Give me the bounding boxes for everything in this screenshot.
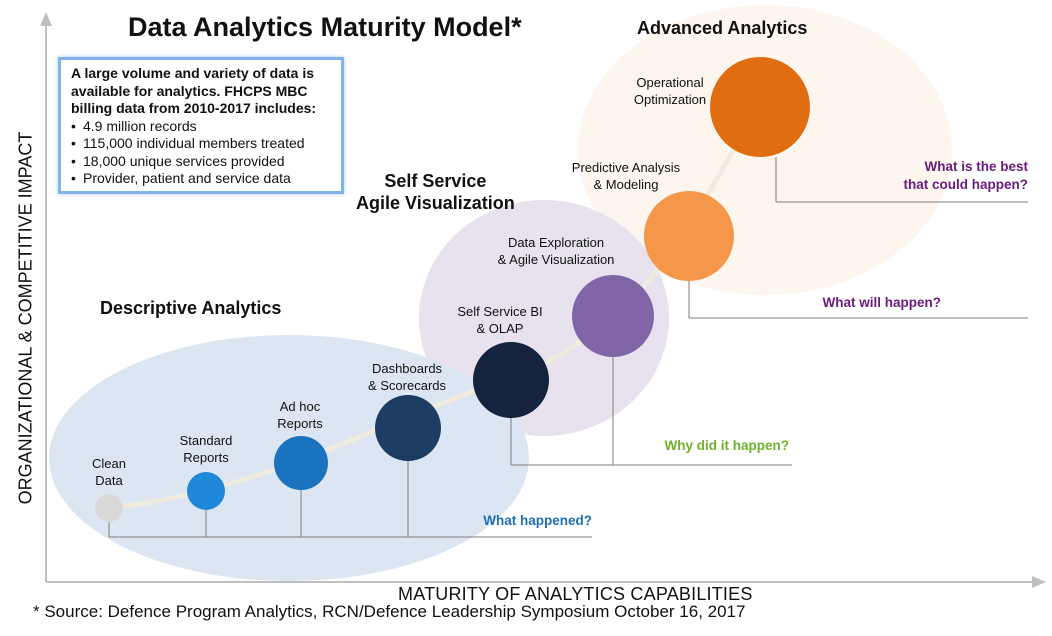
node-data-exploration — [572, 275, 654, 357]
info-box: A large volume and variety of data is av… — [58, 57, 344, 194]
node-standard-reports — [187, 472, 225, 510]
source-note: * Source: Defence Program Analytics, RCN… — [33, 602, 746, 621]
node-ad-hoc-reports — [274, 436, 328, 490]
node-clean-data — [95, 494, 123, 522]
info-bullet: Provider, patient and service data — [71, 170, 333, 188]
stage-title-advanced: Advanced Analytics — [637, 18, 808, 38]
question-what-will-happen: What will happen? — [822, 295, 942, 310]
node-predictive-analysis — [644, 191, 734, 281]
node-self-service-bi — [473, 342, 549, 418]
node-dashboards-scorecards — [375, 395, 441, 461]
node-label-dashboards: Dashboards & Scorecards — [367, 361, 447, 393]
y-axis-label: ORGANIZATIONAL & COMPETITIVE IMPACT — [15, 131, 36, 505]
stage-title-descriptive: Descriptive Analytics — [100, 298, 282, 318]
node-label-ad-hoc-reports: Ad hoc Reports — [277, 399, 323, 431]
node-label-data-exploration: Data Exploration & Agile Visualization — [497, 235, 615, 267]
node-label-standard-reports: Standard Reports — [179, 433, 233, 465]
question-what-is-best: What is the best that could happen? — [903, 159, 1029, 192]
question-what-happened: What happened? — [483, 513, 592, 528]
stage-title-self-service: Self Service Agile Visualization — [356, 171, 515, 213]
info-bullet: 115,000 individual members treated — [71, 135, 333, 153]
info-box-bullets: 4.9 million records 115,000 individual m… — [71, 118, 333, 188]
page-title: Data Analytics Maturity Model* — [128, 12, 522, 42]
node-label-self-service-bi: Self Service BI & OLAP — [457, 304, 543, 336]
node-label-operational: Operational Optimization — [633, 75, 707, 107]
info-bullet: 18,000 unique services provided — [71, 153, 333, 171]
info-box-intro: A large volume and variety of data is av… — [71, 65, 317, 116]
node-label-predictive: Predictive Analysis & Modeling — [571, 160, 681, 192]
question-why-did-it-happen: Why did it happen? — [664, 438, 790, 453]
node-operational-optimization — [710, 57, 810, 157]
info-bullet: 4.9 million records — [71, 118, 333, 136]
y-axis-arrow-icon — [40, 12, 52, 26]
node-label-clean-data: Clean Data — [92, 456, 126, 488]
x-axis-arrow-icon — [1032, 576, 1046, 588]
